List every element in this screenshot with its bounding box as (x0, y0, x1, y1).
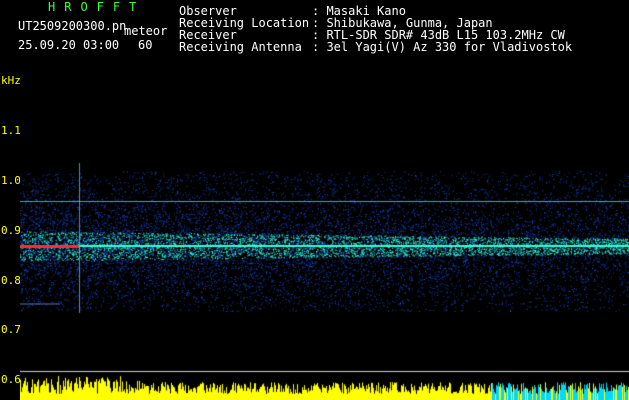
timestamp: 25.09.20 03:00 (18, 38, 120, 52)
y-tick-label: 0.6 (1, 373, 21, 386)
interval-label: 60 (138, 38, 153, 52)
y-tick-label: 1.0 (1, 174, 21, 187)
file-name: UT2509200300.pn (18, 19, 127, 33)
y-tick-label: 0.7 (1, 323, 21, 336)
info-label-antenna: Receiving Antenna (179, 40, 302, 54)
frequency-unit: kHz (1, 74, 21, 87)
y-tick-label: 0.8 (1, 274, 21, 287)
y-tick-label: 0.9 (1, 224, 21, 237)
brand-title: HROFFT (48, 0, 146, 14)
info-value-antenna: : 3el Yagi(V) Az 330 for Vladivostok (312, 40, 573, 54)
spectrogram-waterfall (20, 80, 629, 400)
mode-tag: meteor (124, 24, 168, 38)
y-tick-label: 1.1 (1, 124, 21, 137)
